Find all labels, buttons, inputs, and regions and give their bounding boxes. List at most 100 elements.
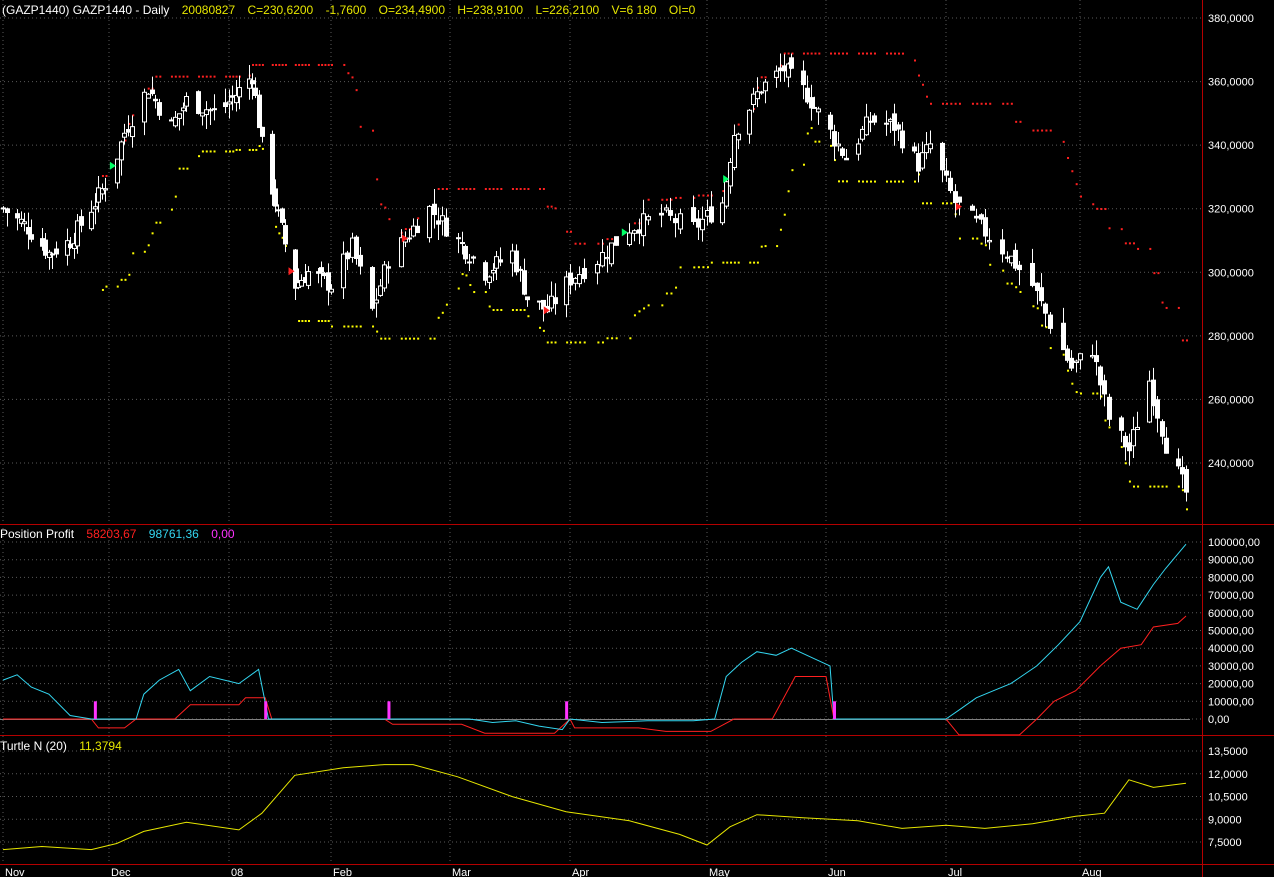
channel-low-dot	[515, 309, 518, 312]
y-axis-label: 20000,00	[1208, 679, 1254, 691]
channel-high-dot	[511, 187, 514, 190]
profit-value-3: 0,00	[211, 527, 235, 541]
candle-body	[1090, 354, 1095, 358]
channel-high-dot	[1177, 306, 1180, 309]
channel-high-dot	[1002, 102, 1005, 105]
channel-low-dot	[461, 273, 464, 276]
channel-high-dot	[441, 187, 444, 190]
channel-high-dot	[527, 187, 530, 190]
candle-body	[912, 146, 917, 152]
y-axis-label: 70000,00	[1208, 590, 1254, 602]
channel-low-dot	[201, 150, 204, 153]
channel-high-dot	[324, 63, 327, 66]
channel-high-dot	[1049, 129, 1052, 132]
candle-body	[130, 126, 135, 138]
channel-low-dot	[846, 180, 848, 183]
channel-high-dot	[351, 76, 354, 79]
candle-body	[1078, 353, 1083, 361]
y-axis-label: 13,5000	[1208, 746, 1248, 758]
channel-low-dot	[429, 337, 432, 340]
channel-low-dot	[791, 169, 794, 172]
channel-low-dot	[1157, 485, 1160, 488]
quote-change: -1,7600	[325, 3, 367, 17]
candle-body	[705, 209, 710, 217]
channel-high-dot	[105, 174, 108, 177]
channel-high-dot	[918, 74, 920, 77]
price-candles	[1, 53, 1189, 502]
channel-low-dot	[143, 250, 146, 253]
y-axis-label: 280,0000	[1208, 331, 1254, 343]
candle-body	[1009, 255, 1014, 264]
candle-body	[1039, 287, 1044, 302]
candle-body	[43, 239, 48, 256]
candle-body	[299, 279, 304, 287]
channel-high-dot	[437, 187, 440, 190]
candle-body	[940, 142, 945, 171]
channel-low-dot	[733, 261, 736, 264]
channel-low-dot	[359, 325, 362, 328]
channel-high-dot	[697, 194, 700, 197]
candle-body	[471, 256, 476, 259]
candle-body	[872, 115, 877, 123]
candle-body	[1127, 442, 1132, 452]
channel-low-dot	[1049, 347, 1052, 350]
candle-body	[345, 252, 350, 260]
quote-low: L=226,2100	[535, 3, 600, 17]
y-axis-labels: 380,0000 360,0000 340,0000 320,0000 300,0000…	[1208, 13, 1260, 849]
candle-body	[832, 131, 837, 147]
channel-high-dot	[890, 52, 892, 55]
channel-low-dot	[693, 266, 696, 269]
candle-body	[1000, 239, 1005, 255]
candle-body	[50, 253, 55, 256]
candle-body	[350, 237, 355, 258]
channel-high-dot	[294, 63, 297, 66]
candle-body	[283, 225, 288, 245]
channel-low-dot	[874, 180, 876, 183]
candle-body	[427, 205, 432, 239]
candle-body	[747, 109, 752, 135]
channel-high-dot	[1062, 140, 1065, 143]
candle-body	[463, 245, 468, 260]
profit-title: Position Profit	[0, 527, 75, 541]
candle-body	[696, 218, 701, 228]
candle-body	[1107, 396, 1112, 420]
channel-high-dot	[343, 63, 346, 66]
channel-high-dot	[922, 83, 924, 86]
channel-high-dot	[633, 222, 636, 225]
channel-high-dot	[1153, 272, 1156, 275]
candle-body	[537, 300, 542, 303]
channel-low-dot	[633, 314, 636, 317]
candle-body	[948, 177, 953, 191]
candle-body	[1184, 469, 1189, 493]
channel-low-dot	[445, 303, 448, 306]
candle-body	[709, 206, 714, 223]
candle-body	[200, 112, 205, 117]
channel-low-dot	[1067, 369, 1070, 372]
channel-high-dot	[1067, 156, 1070, 159]
channel-low-dot	[351, 325, 354, 328]
channel-low-dot	[1165, 485, 1168, 488]
candle-body	[944, 170, 949, 176]
channel-low-dot	[1153, 485, 1156, 488]
channel-high-dot	[707, 194, 709, 197]
channel-high-dot	[445, 187, 448, 190]
channel-low-dot	[670, 292, 673, 295]
channel-low-dot	[984, 244, 987, 247]
channel-low-dot	[1137, 485, 1140, 488]
candle-body	[549, 295, 554, 309]
channel-low-dot	[802, 163, 805, 166]
candle-body	[1123, 435, 1128, 448]
channel-low-dot	[814, 140, 817, 143]
channel-high-dot	[301, 63, 304, 66]
channel-low-dot	[116, 285, 119, 288]
channel-low-dot	[229, 150, 231, 153]
candle-body	[115, 158, 120, 184]
channel-low-dot	[1006, 282, 1009, 285]
channel-low-dot	[437, 316, 440, 319]
channel-low-dot	[629, 337, 632, 340]
candle-body	[1094, 355, 1099, 363]
channel-low-dot	[404, 337, 407, 340]
candle-body	[812, 106, 817, 109]
channel-low-dot	[942, 202, 944, 205]
candle-body	[595, 264, 600, 274]
